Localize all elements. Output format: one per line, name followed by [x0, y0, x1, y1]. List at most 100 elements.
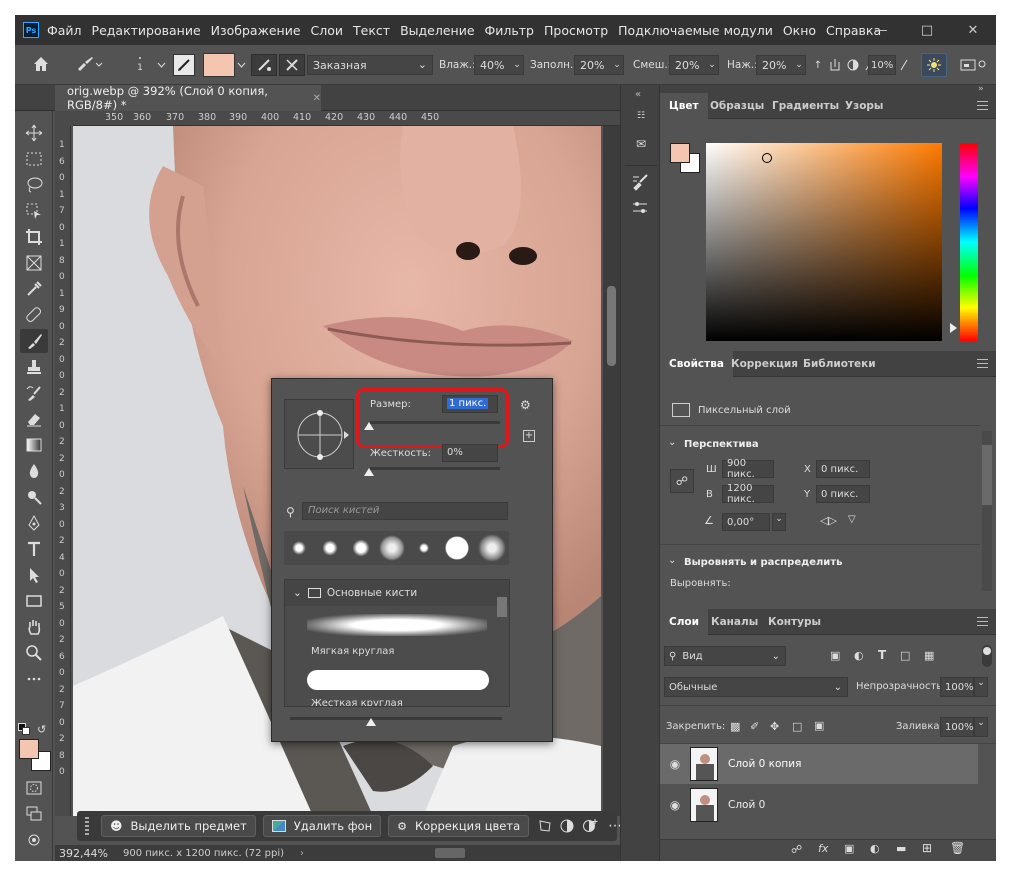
hue-slider[interactable] [960, 143, 978, 341]
brushes-panel-icon[interactable] [631, 199, 651, 217]
filter-smart-object-icon[interactable]: ▦ [924, 649, 934, 662]
x-field[interactable]: 0 пикс. [816, 460, 870, 478]
new-adjustment-layer-icon[interactable] [582, 816, 598, 836]
panel-menu-icon[interactable] [977, 101, 988, 110]
filter-adjustment-icon[interactable]: ◐ [854, 649, 864, 662]
hard-round-stroke-preview[interactable] [307, 670, 489, 690]
color-correction-button[interactable]: ⚙ Коррекция цвета [388, 815, 530, 837]
document-tab[interactable]: orig.webp @ 392% (Слой 0 копия, RGB/8#) … [55, 84, 321, 112]
brush-preset-picker[interactable] [69, 53, 109, 75]
comments-icon[interactable]: ✉ [631, 137, 651, 155]
filter-shape-icon[interactable]: □ [900, 649, 910, 662]
pressure-field[interactable]: 10% [868, 55, 896, 75]
recent-brush-item[interactable] [287, 536, 312, 560]
scrollbar-thumb[interactable] [982, 445, 992, 505]
sample-all-layers-icon[interactable] [826, 55, 844, 75]
eye-icon[interactable]: ◉ [660, 757, 690, 771]
panel-menu-icon[interactable] [977, 359, 988, 368]
stamp-tool-icon[interactable] [20, 355, 48, 379]
lock-pixels-icon[interactable]: ✐ [750, 720, 759, 733]
flow-chevron-down-icon[interactable]: ⌄ [792, 55, 806, 75]
hardness-slider-handle[interactable] [364, 468, 374, 476]
y-field[interactable]: 0 пикс. [816, 485, 870, 503]
gradient-tool-icon[interactable] [20, 433, 48, 457]
brush-settings-icon[interactable] [631, 173, 651, 191]
properties-scrollbar[interactable] [982, 431, 992, 591]
tab-paths[interactable]: Контуры [759, 609, 830, 635]
soft-round-stroke-preview[interactable] [307, 614, 487, 636]
menu-image[interactable]: Изображение [211, 23, 301, 38]
pen-tool-icon[interactable] [20, 511, 48, 535]
pressure-opacity-icon[interactable] [897, 55, 911, 75]
horizontal-scrollbar-thumb[interactable] [435, 848, 465, 858]
link-layers-icon[interactable]: ☍ [791, 843, 802, 856]
screen-mode-icon[interactable] [20, 802, 48, 826]
brush-soft-round-label[interactable]: Мягкая круглая [311, 646, 394, 657]
load-chevron-down-icon[interactable]: ⌄ [610, 55, 624, 75]
lock-artboard-icon[interactable]: □ [792, 720, 802, 733]
menu-view[interactable]: Просмотр [544, 23, 608, 38]
eye-icon[interactable]: ◉ [660, 798, 690, 812]
recent-brush-item[interactable] [412, 536, 437, 560]
zoom-level[interactable]: 392,44% [59, 847, 113, 860]
preview-size-handle[interactable] [366, 718, 376, 726]
load-brush-icon[interactable] [251, 54, 277, 76]
status-chevron-icon[interactable]: › [300, 848, 304, 859]
history-brush-tool-icon[interactable] [20, 381, 48, 405]
new-adjustment-icon[interactable]: ◐ [870, 842, 880, 855]
brush-list-scrollbar[interactable] [497, 597, 507, 617]
remove-background-button[interactable]: Удалить фон [262, 815, 382, 837]
smoothing-icon[interactable] [844, 55, 862, 75]
fill-chevron-down-icon[interactable]: ⌄ [974, 717, 988, 737]
wet-chevron-down-icon[interactable]: ⌄ [510, 55, 524, 75]
close-tab-icon[interactable]: ✕ [313, 93, 321, 104]
flow-airbrush-icon[interactable]: ↑ [810, 55, 826, 75]
settings-icon[interactable] [955, 55, 991, 75]
type-tool-icon[interactable] [20, 537, 48, 561]
filter-type-icon[interactable]: T [878, 648, 886, 662]
recent-brush-item[interactable] [318, 536, 343, 560]
mixer-brush-tool-icon[interactable] [20, 329, 48, 353]
clean-brush-icon[interactable] [279, 54, 305, 76]
select-subject-button[interactable]: ☻ Выделить предмет [101, 815, 256, 837]
swap-colors-icon[interactable]: ↺ [37, 723, 46, 736]
hardness-field[interactable]: 0% [442, 444, 498, 462]
color-picker-cursor[interactable] [762, 153, 772, 163]
maximize-button[interactable]: □ [904, 15, 950, 45]
layer-row[interactable]: ◉ Слой 0 [660, 785, 978, 825]
mix-chevron-down-icon[interactable]: ⌄ [705, 55, 719, 75]
height-field[interactable]: 1200 пикс. [722, 483, 774, 505]
quick-mask-icon[interactable] [20, 776, 48, 800]
lock-position-icon[interactable]: ✥ [770, 720, 779, 733]
align-section-title[interactable]: Выровнять и распределить [684, 557, 842, 568]
opacity-chevron-down-icon[interactable]: ⌄ [974, 677, 988, 697]
tab-layers[interactable]: Слои [660, 609, 708, 635]
add-mask-icon[interactable]: ▣ [844, 842, 854, 855]
brush-search-input[interactable]: Поиск кистей [302, 502, 508, 520]
menu-window[interactable]: Окно [783, 23, 816, 38]
flip-horizontal-icon[interactable]: ◁▷ [820, 514, 837, 527]
move-tool-icon[interactable] [20, 121, 48, 145]
mix-mode-select[interactable]: Заказная ⌄ [307, 55, 433, 75]
width-field[interactable]: 900 пикс. [722, 458, 774, 480]
hand-tool-icon[interactable] [20, 615, 48, 639]
brush-panel-toggle-icon[interactable] [173, 54, 195, 76]
canvas-vertical-scrollbar[interactable] [603, 126, 620, 816]
lock-transparent-icon[interactable]: ▩ [730, 720, 740, 733]
flip-vertical-icon[interactable]: ▽ [848, 514, 856, 525]
path-selection-tool-icon[interactable] [20, 563, 48, 587]
filter-pixel-icon[interactable]: ▣ [830, 649, 840, 662]
chevron-down-icon[interactable]: ⌄ [668, 437, 676, 448]
adjustment-icon[interactable] [560, 816, 574, 836]
object-selection-tool-icon[interactable] [20, 199, 48, 223]
link-icon[interactable]: ☍ [670, 469, 694, 493]
more-tools-icon[interactable] [20, 667, 48, 691]
layer-row-selected[interactable]: ◉ Слой 0 копия [660, 744, 978, 784]
scrollbar-thumb[interactable] [607, 286, 616, 366]
tab-patterns[interactable]: Узоры [836, 93, 892, 119]
brush-hard-round-label[interactable]: Жесткая круглая [311, 698, 403, 706]
recent-brush-item[interactable] [477, 534, 506, 562]
menu-type[interactable]: Текст [353, 23, 390, 38]
new-group-icon[interactable]: ▬ [896, 842, 906, 855]
lasso-tool-icon[interactable] [20, 173, 48, 197]
